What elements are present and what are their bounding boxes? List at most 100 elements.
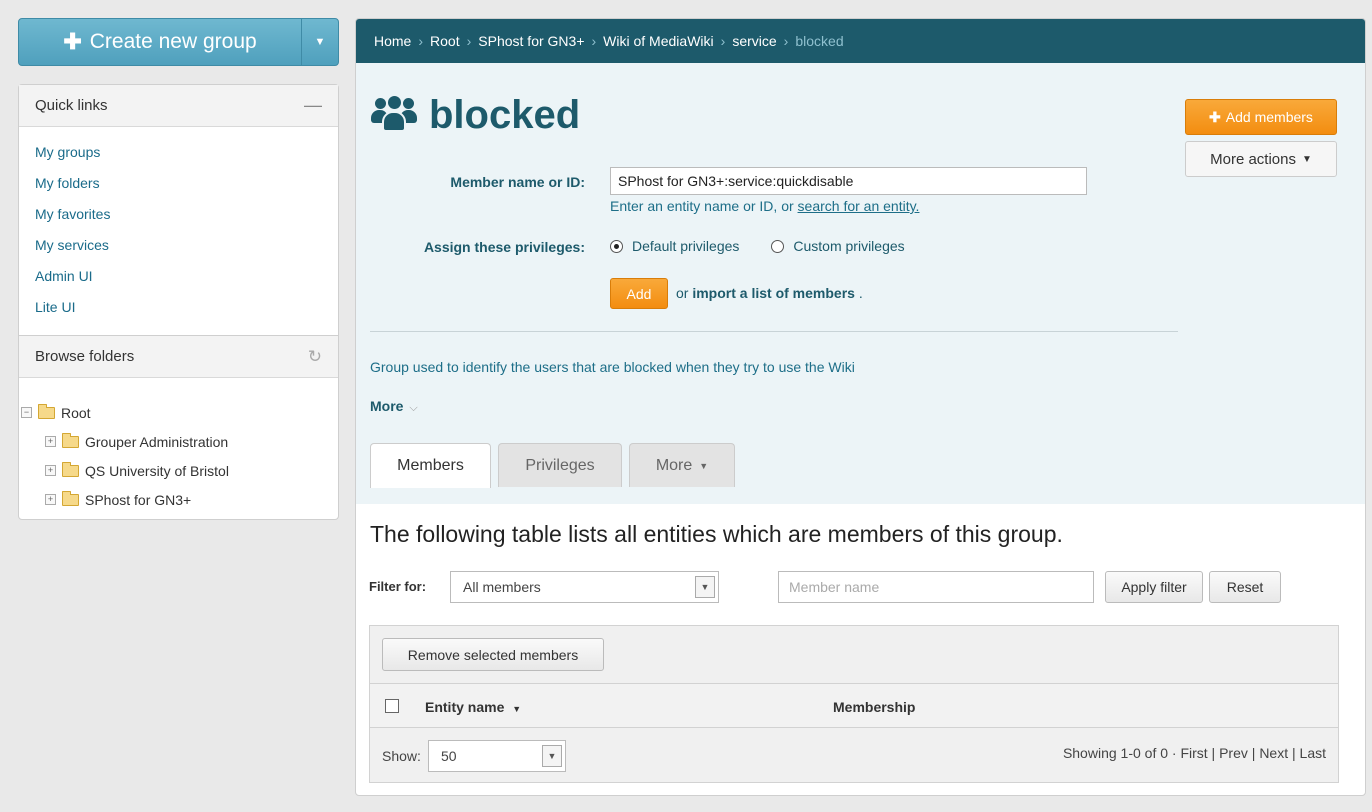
breadcrumb-separator-icon: › xyxy=(783,33,789,49)
more-details-toggle[interactable]: More ⌵ xyxy=(370,398,418,415)
table-toolbar: Remove selected members xyxy=(370,626,1338,684)
tree-item-label[interactable]: SPhost for GN3+ xyxy=(85,492,191,508)
group-name: blocked xyxy=(429,93,581,137)
expand-toggle-icon[interactable]: + xyxy=(45,465,56,476)
browse-folders-header: Browse folders ↻ xyxy=(19,336,338,378)
show-label: Show: xyxy=(382,748,421,764)
breadcrumb-separator-icon: › xyxy=(418,33,424,49)
reset-button[interactable]: Reset xyxy=(1209,571,1281,603)
import-prefix: or xyxy=(676,285,689,301)
group-header: blocked ✚ Add members More actions ▼ Mem… xyxy=(356,63,1365,504)
default-privileges-label[interactable]: Default privileges xyxy=(632,238,739,254)
tree-item-sphost[interactable]: + SPhost for GN3+ xyxy=(21,485,338,514)
folder-icon xyxy=(62,490,79,506)
tree-item-label[interactable]: QS University of Bristol xyxy=(85,463,229,479)
prev-page-link[interactable]: Prev xyxy=(1219,745,1248,761)
chevron-down-icon: ⌵ xyxy=(409,402,418,414)
import-list-link[interactable]: import a list of members xyxy=(692,285,855,301)
collapse-icon[interactable]: — xyxy=(304,95,322,116)
plus-icon: ✚ xyxy=(1209,108,1221,125)
tree-item-qs-university[interactable]: + QS University of Bristol xyxy=(21,456,338,485)
tab-privileges-label: Privileges xyxy=(525,456,595,474)
open-folder-icon xyxy=(38,403,55,419)
create-new-group-label: Create new group xyxy=(89,30,257,53)
breadcrumb-separator-icon: › xyxy=(466,33,472,49)
remove-selected-button[interactable]: Remove selected members xyxy=(382,638,604,671)
member-name-filter-input[interactable] xyxy=(778,571,1094,603)
quick-link-my-services[interactable]: My services xyxy=(35,237,109,253)
plus-icon: ✚ xyxy=(63,29,82,54)
tab-members-label: Members xyxy=(397,457,464,474)
search-entity-link[interactable]: search for an entity. xyxy=(798,198,920,214)
last-page-link[interactable]: Last xyxy=(1300,745,1326,761)
tab-privileges[interactable]: Privileges xyxy=(498,443,622,487)
member-name-input[interactable] xyxy=(610,167,1087,195)
create-dropdown-toggle[interactable]: ▼ xyxy=(302,19,338,65)
expand-toggle-icon[interactable]: + xyxy=(45,494,56,505)
breadcrumb-sphost[interactable]: SPhost for GN3+ xyxy=(478,33,584,49)
refresh-icon[interactable]: ↻ xyxy=(308,347,322,367)
members-table-caption: The following table lists all entities w… xyxy=(370,521,1063,547)
next-page-link[interactable]: Next xyxy=(1259,745,1288,761)
member-hint: Enter an entity name or ID, or search fo… xyxy=(610,198,919,214)
sort-desc-icon: ▼ xyxy=(512,704,522,714)
add-members-label: Add members xyxy=(1225,109,1313,125)
breadcrumb-root[interactable]: Root xyxy=(430,33,460,49)
quick-link-lite-ui[interactable]: Lite UI xyxy=(35,299,75,315)
first-page-link[interactable]: First xyxy=(1180,745,1207,761)
apply-filter-label: Apply filter xyxy=(1121,579,1187,595)
table-header: Entity name ▼ Membership xyxy=(370,684,1338,728)
entity-name-column-header[interactable]: Entity name ▼ xyxy=(425,699,521,715)
select-arrow-icon: ▼ xyxy=(542,745,562,767)
create-new-group-button[interactable]: ✚ Create new group ▼ xyxy=(18,18,339,66)
filter-label: Filter for: xyxy=(369,579,427,594)
custom-privileges-radio[interactable] xyxy=(771,239,785,253)
caret-down-icon: ▼ xyxy=(699,460,709,471)
expand-toggle-icon[interactable]: + xyxy=(45,436,56,447)
apply-filter-button[interactable]: Apply filter xyxy=(1105,571,1203,603)
caret-down-icon: ▼ xyxy=(314,36,326,48)
tab-bar: Members Privileges More ▼ xyxy=(370,443,742,488)
tab-more[interactable]: More ▼ xyxy=(629,443,735,487)
remove-selected-label: Remove selected members xyxy=(407,646,579,663)
tree-item-root[interactable]: − Root xyxy=(21,398,338,427)
add-button[interactable]: Add xyxy=(610,278,668,309)
entity-name-header-label: Entity name xyxy=(425,699,505,715)
quick-link-my-folders[interactable]: My folders xyxy=(35,175,100,191)
tab-members[interactable]: Members xyxy=(370,443,491,488)
tab-more-label: More xyxy=(655,456,693,474)
breadcrumb-current: blocked xyxy=(795,33,844,49)
breadcrumb-home[interactable]: Home xyxy=(374,33,411,49)
quick-link-my-favorites[interactable]: My favorites xyxy=(35,206,110,222)
quick-link-admin-ui[interactable]: Admin UI xyxy=(35,268,93,284)
privileges-radio-group: Default privileges Custom privileges xyxy=(610,238,905,254)
group-description: Group used to identify the users that ar… xyxy=(370,359,855,375)
filter-select[interactable]: All members ▼ xyxy=(450,571,719,603)
import-row: or import a list of members . xyxy=(676,285,863,301)
create-new-group-main[interactable]: ✚ Create new group xyxy=(19,19,302,65)
breadcrumb-service[interactable]: service xyxy=(732,33,776,49)
page-size-select[interactable]: 50 ▼ xyxy=(428,740,566,772)
tree-item-grouper-administration[interactable]: + Grouper Administration xyxy=(21,427,338,456)
tree-item-label[interactable]: Grouper Administration xyxy=(85,434,228,450)
tree-item-label[interactable]: Root xyxy=(61,405,91,421)
custom-privileges-label[interactable]: Custom privileges xyxy=(793,238,904,254)
quick-links-panel: Quick links — My groups My folders My fa… xyxy=(18,84,339,336)
select-all-checkbox[interactable] xyxy=(385,699,399,713)
caret-down-icon: ▼ xyxy=(1301,153,1312,165)
more-details-label[interactable]: More xyxy=(370,398,403,414)
add-members-button[interactable]: ✚ Add members xyxy=(1185,99,1337,135)
members-table: Remove selected members Entity name ▼ Me… xyxy=(369,625,1339,783)
page-size-value: 50 xyxy=(441,748,457,764)
breadcrumb-wiki[interactable]: Wiki of MediaWiki xyxy=(603,33,713,49)
quick-link-my-groups[interactable]: My groups xyxy=(35,144,100,160)
quick-links-header: Quick links — xyxy=(19,85,338,127)
pagination: Showing 1-0 of 0 · First | Prev | Next |… xyxy=(1062,745,1326,761)
browse-folders-panel: Browse folders ↻ − Root + Grouper Admini… xyxy=(18,335,339,520)
folder-tree: − Root + Grouper Administration + QS Uni… xyxy=(19,378,338,514)
more-actions-button[interactable]: More actions ▼ xyxy=(1185,141,1337,177)
collapse-toggle-icon[interactable]: − xyxy=(21,407,32,418)
membership-column-header: Membership xyxy=(833,699,916,715)
pagination-summary: Showing 1-0 of 0 · xyxy=(1062,745,1177,761)
default-privileges-radio[interactable] xyxy=(610,239,623,253)
